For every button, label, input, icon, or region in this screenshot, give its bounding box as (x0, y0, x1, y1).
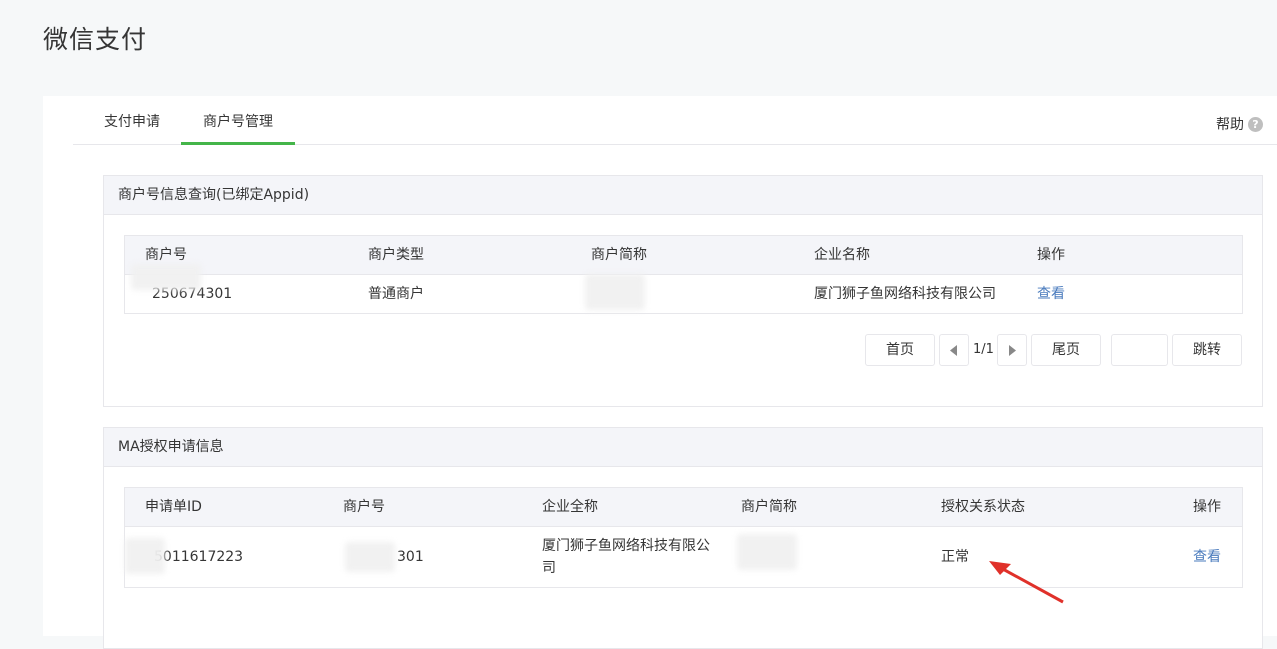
redaction-blur (585, 274, 645, 310)
jump-button[interactable]: 跳转 (1172, 334, 1242, 366)
table-header: 申请单ID 商户号 企业全称 商户简称 授权关系状态 操作 (125, 488, 1242, 527)
merchant-type-value: 普通商户 (368, 286, 424, 302)
merchant-info-heading: 商户号信息查询(已绑定Appid) (104, 176, 1262, 215)
col-short-name: 商户简称 (741, 499, 797, 515)
view-link[interactable]: 查看 (1193, 527, 1221, 587)
page-title: 微信支付 (43, 25, 148, 54)
col-company-full-name: 企业全称 (542, 499, 598, 515)
main-card: 支付申请 商户号管理 帮助 ? 商户号信息查询(已绑定Appid) 商户号 商户… (43, 96, 1277, 649)
tab-payment-apply[interactable]: 支付申请 (104, 96, 160, 144)
merchant-table: 商户号 商户类型 商户简称 企业名称 操作 250674301 普通商户 厦门狮… (124, 235, 1243, 314)
help-label: 帮助 (1216, 117, 1244, 133)
merchant-id-value: 301 (397, 549, 424, 565)
merchant-info-section: 商户号信息查询(已绑定Appid) 商户号 商户类型 商户简称 企业名称 操作 … (103, 175, 1263, 407)
first-page-button[interactable]: 首页 (865, 334, 935, 366)
col-company-name: 企业名称 (814, 247, 870, 263)
question-circle-icon: ? (1248, 116, 1263, 132)
col-auth-status: 授权关系状态 (941, 499, 1025, 515)
last-page-button[interactable]: 尾页 (1031, 334, 1101, 366)
tab-bar: 支付申请 商户号管理 (73, 96, 1277, 145)
page-jump-input[interactable] (1111, 334, 1168, 366)
next-page-button[interactable] (997, 334, 1027, 366)
table-header: 商户号 商户类型 商户简称 企业名称 操作 (125, 236, 1242, 275)
prev-page-button[interactable] (939, 334, 969, 366)
view-link[interactable]: 查看 (1037, 275, 1065, 313)
company-full-name-value: 厦门狮子鱼网络科技有限公司 (542, 538, 710, 576)
redaction-blur (125, 538, 165, 574)
col-action: 操作 (1037, 247, 1065, 263)
table-row: 250674301 普通商户 厦门狮子鱼网络科技有限公司 查看 (125, 275, 1242, 313)
col-merchant-id: 商户号 (343, 499, 385, 515)
redaction-blur (737, 534, 797, 570)
apply-id-value: 5011617223 (154, 549, 244, 565)
tab-merchant-management[interactable]: 商户号管理 (181, 96, 295, 145)
pagination: 首页 1/1 尾页 跳转 (104, 334, 1262, 366)
col-short-name: 商户简称 (591, 247, 647, 263)
page-count: 1/1 (973, 342, 994, 357)
ma-authorization-section: MA授权申请信息 申请单ID 商户号 企业全称 商户简称 授权关系状态 操作 5… (103, 427, 1263, 649)
company-name-value: 厦门狮子鱼网络科技有限公司 (814, 286, 996, 302)
col-merchant-type: 商户类型 (368, 247, 424, 263)
auth-status-value: 正常 (941, 549, 969, 565)
triangle-left-icon (950, 345, 957, 356)
triangle-right-icon (1009, 345, 1016, 356)
col-apply-id: 申请单ID (145, 499, 202, 515)
red-annotation-arrow-icon (989, 561, 1064, 604)
col-action: 操作 (1193, 499, 1221, 515)
help-link[interactable]: 帮助 ? (1216, 114, 1263, 134)
ma-authorization-heading: MA授权申请信息 (104, 428, 1262, 467)
ma-table: 申请单ID 商户号 企业全称 商户简称 授权关系状态 操作 5011617223… (124, 487, 1243, 588)
redaction-blur (345, 542, 395, 572)
redaction-blur (131, 264, 201, 290)
table-row: 5011617223 301 厦门狮子鱼网络科技有限公司 正常 查看 (125, 527, 1242, 587)
